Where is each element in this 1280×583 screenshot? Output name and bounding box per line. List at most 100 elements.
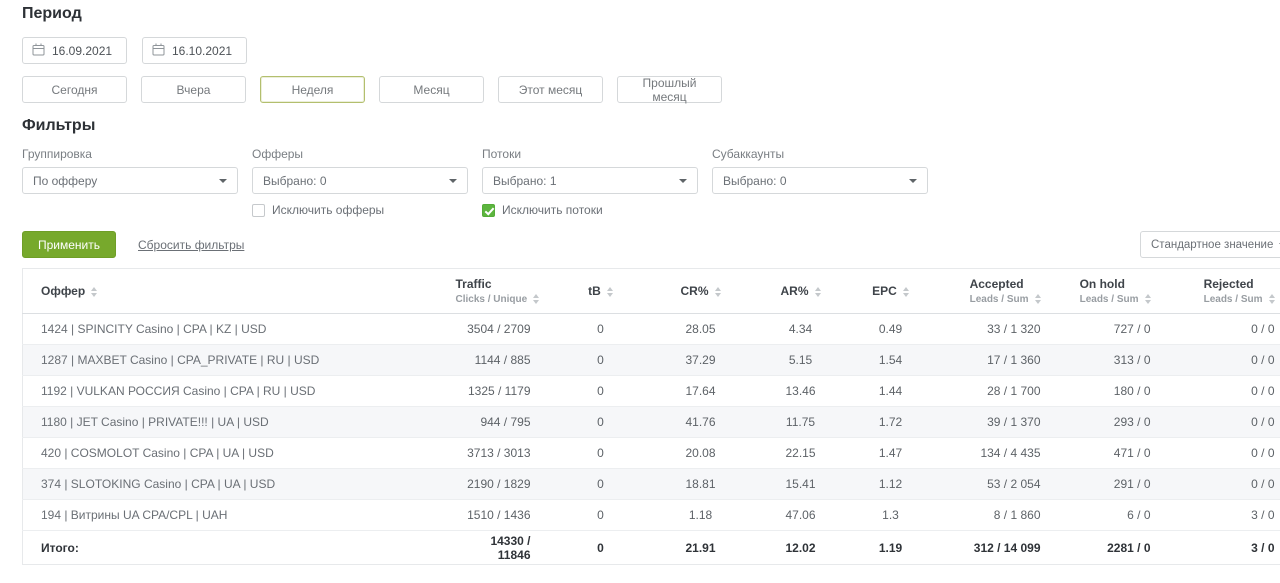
cell-traffic: 1510 / 1436 — [456, 500, 546, 531]
period-button-this-month[interactable]: Этот месяц — [498, 76, 603, 103]
stats-table-container: Оффер Traffic Clicks / Unique tB CR% — [22, 268, 1280, 565]
exclude-offers-option: Исключить офферы — [252, 203, 468, 217]
period-button-today[interactable]: Сегодня — [22, 76, 127, 103]
col-header-traffic: Traffic Clicks / Unique — [456, 269, 546, 314]
calendar-icon — [152, 43, 165, 59]
cell-ar: 15.41 — [746, 469, 856, 500]
cell-cr: 20.08 — [656, 438, 746, 469]
cell-onhold: 6 / 0 — [1056, 500, 1166, 531]
exclude-streams-checkbox[interactable] — [482, 204, 495, 217]
totals-row: Итого: 14330 / 11846 0 21.91 12.02 1.19 … — [23, 531, 1280, 565]
cell-traffic: 1325 / 1179 — [456, 376, 546, 407]
totals-onhold: 2281 / 0 — [1056, 531, 1166, 565]
cell-accepted: 39 / 1 370 — [926, 407, 1056, 438]
calendar-icon — [32, 43, 45, 59]
sort-icon[interactable] — [1269, 294, 1275, 304]
apply-button[interactable]: Применить — [22, 231, 116, 258]
cell-ar: 22.15 — [746, 438, 856, 469]
sort-icon[interactable] — [91, 287, 97, 297]
chevron-down-icon — [449, 179, 457, 183]
totals-accepted: 312 / 14 099 — [926, 531, 1056, 565]
streams-select[interactable]: Выбрано: 1 — [482, 167, 698, 194]
exclude-offers-checkbox[interactable] — [252, 204, 265, 217]
cell-offer: 1287 | MAXBET Casino | CPA_PRIVATE | RU … — [23, 345, 456, 376]
cell-ar: 5.15 — [746, 345, 856, 376]
exclude-streams-option: Исключить потоки — [482, 203, 698, 217]
table-row: 374 | SLOTOKING Casino | CPA | UA | USD … — [23, 469, 1280, 500]
offers-select[interactable]: Выбрано: 0 — [252, 167, 468, 194]
sort-icon[interactable] — [815, 287, 821, 297]
standard-value-select[interactable]: Стандартное значение — [1140, 231, 1280, 258]
filter-group-offers: Офферы Выбрано: 0 Исключить офферы — [252, 147, 468, 217]
sort-icon[interactable] — [607, 287, 613, 297]
table-row: 420 | COSMOLOT Casino | CPA | UA | USD 3… — [23, 438, 1280, 469]
col-header-ar: AR% — [746, 269, 856, 314]
cell-ar: 11.75 — [746, 407, 856, 438]
filter-label: Группировка — [22, 147, 238, 161]
cell-traffic: 2190 / 1829 — [456, 469, 546, 500]
apply-row: Применить Сбросить фильтры Стандартное з… — [22, 231, 1280, 258]
select-value: Выбрано: 1 — [493, 174, 557, 188]
cell-offer: 420 | COSMOLOT Casino | CPA | UA | USD — [23, 438, 456, 469]
table-row: 1192 | VULKAN РОССИЯ Casino | CPA | RU |… — [23, 376, 1280, 407]
date-from-input[interactable]: 16.09.2021 — [22, 37, 127, 64]
cell-onhold: 291 / 0 — [1056, 469, 1166, 500]
col-header-epc: EPC — [856, 269, 926, 314]
date-range: 16.09.2021 16.10.2021 — [22, 37, 1280, 64]
cell-offer: 194 | Витрины UA CPA/CPL | UAH — [23, 500, 456, 531]
filter-group-streams: Потоки Выбрано: 1 Исключить потоки — [482, 147, 698, 217]
sort-icon[interactable] — [1145, 294, 1151, 304]
cell-tb: 0 — [546, 469, 656, 500]
cell-tb: 0 — [546, 438, 656, 469]
cell-accepted: 53 / 2 054 — [926, 469, 1056, 500]
cell-cr: 18.81 — [656, 469, 746, 500]
sort-icon[interactable] — [533, 294, 539, 304]
subaccounts-select[interactable]: Выбрано: 0 — [712, 167, 928, 194]
reset-filters-link[interactable]: Сбросить фильтры — [138, 238, 244, 252]
cell-cr: 28.05 — [656, 314, 746, 345]
col-header-rejected: Rejected Leads / Sum — [1166, 269, 1280, 314]
date-to-input[interactable]: 16.10.2021 — [142, 37, 247, 64]
cell-rejected: 0 / 0 — [1166, 345, 1280, 376]
totals-epc: 1.19 — [856, 531, 926, 565]
cell-epc: 1.54 — [856, 345, 926, 376]
filter-group-subaccounts: Субаккаунты Выбрано: 0 — [712, 147, 928, 217]
cell-epc: 1.3 — [856, 500, 926, 531]
cell-epc: 0.49 — [856, 314, 926, 345]
date-from-value: 16.09.2021 — [52, 44, 112, 58]
filters-section-title: Фильтры — [22, 117, 1280, 135]
cell-cr: 17.64 — [656, 376, 746, 407]
grouping-select[interactable]: По офферу — [22, 167, 238, 194]
cell-epc: 1.12 — [856, 469, 926, 500]
period-button-last-month[interactable]: Прошлый месяц — [617, 76, 722, 103]
totals-traffic: 14330 / 11846 — [456, 531, 546, 565]
sort-icon[interactable] — [1035, 294, 1041, 304]
cell-epc: 1.47 — [856, 438, 926, 469]
col-header-cr: CR% — [656, 269, 746, 314]
period-presets: Сегодня Вчера Неделя Месяц Этот месяц Пр… — [22, 76, 1280, 103]
cell-offer: 1424 | SPINCITY Casino | CPA | KZ | USD — [23, 314, 456, 345]
sort-icon[interactable] — [903, 287, 909, 297]
table-header-row: Оффер Traffic Clicks / Unique tB CR% — [23, 269, 1280, 314]
col-header-tb: tB — [546, 269, 656, 314]
cell-onhold: 313 / 0 — [1056, 345, 1166, 376]
col-header-onhold: On hold Leads / Sum — [1056, 269, 1166, 314]
cell-accepted: 28 / 1 700 — [926, 376, 1056, 407]
checkbox-label: Исключить потоки — [502, 203, 603, 217]
period-button-week[interactable]: Неделя — [260, 76, 365, 103]
chevron-down-icon — [909, 179, 917, 183]
table-row: 194 | Витрины UA CPA/CPL | UAH 1510 / 14… — [23, 500, 1280, 531]
cell-epc: 1.44 — [856, 376, 926, 407]
period-button-month[interactable]: Месяц — [379, 76, 484, 103]
select-value: По офферу — [33, 174, 97, 188]
statistics-page: Период 16.09.2021 16.10.2021 Сегодня Вче… — [0, 0, 1280, 583]
totals-label: Итого: — [23, 531, 456, 565]
cell-accepted: 17 / 1 360 — [926, 345, 1056, 376]
period-button-yesterday[interactable]: Вчера — [141, 76, 246, 103]
cell-cr: 41.76 — [656, 407, 746, 438]
table-row: 1424 | SPINCITY Casino | CPA | KZ | USD … — [23, 314, 1280, 345]
cell-accepted: 8 / 1 860 — [926, 500, 1056, 531]
sort-icon[interactable] — [715, 287, 721, 297]
cell-rejected: 0 / 0 — [1166, 376, 1280, 407]
cell-offer: 374 | SLOTOKING Casino | CPA | UA | USD — [23, 469, 456, 500]
